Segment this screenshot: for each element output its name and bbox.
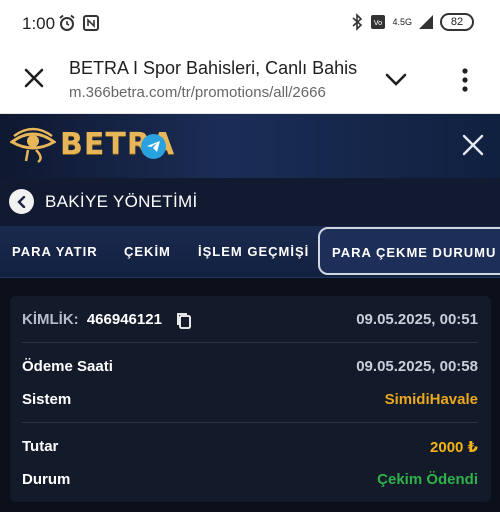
battery-level: 82: [450, 16, 464, 28]
bluetooth-icon: [352, 13, 363, 31]
created-date: 09.05.2025, 00:51: [356, 311, 478, 328]
page-title: BETRA I Spor Bahisleri, Canlı Bahis: [69, 58, 358, 78]
amount-label: Tutar: [22, 438, 59, 455]
transaction-card: KİMLİK: 466946121 09.05.2025, 00:51 Ödem…: [10, 296, 491, 502]
status-label: Durum: [22, 471, 71, 488]
tab-withdraw[interactable]: ÇEKİM: [124, 244, 171, 259]
amount-value: 2000 ₺: [430, 439, 478, 456]
divider: [22, 342, 478, 343]
status-value: Çekim Ödendi: [377, 471, 478, 488]
status-icons-left: [58, 14, 100, 32]
signal-icon: [419, 15, 433, 29]
page-url[interactable]: m.366betra.com/tr/promotions/all/2666: [69, 84, 359, 101]
system-value: SimidiHavale: [384, 391, 478, 408]
more-menu-icon[interactable]: [458, 68, 472, 92]
close-tab-icon[interactable]: [22, 66, 46, 90]
transaction-id-row: KİMLİK: 466946121 09.05.2025, 00:51: [22, 311, 478, 330]
clock: 1:00: [22, 14, 56, 33]
volte-icon: Vo: [371, 15, 386, 29]
app-header: BETRA: [0, 114, 500, 178]
eye-of-horus-icon: [10, 127, 56, 164]
payment-time-label: Ödeme Saati: [22, 358, 113, 375]
copy-icon[interactable]: [176, 312, 192, 330]
telegram-icon[interactable]: [141, 134, 166, 159]
system-row: Sistem SimidiHavale: [22, 391, 478, 408]
amount-row: Tutar 2000 ₺: [22, 438, 478, 456]
chevron-down-icon[interactable]: [384, 70, 408, 90]
browser-toolbar: BETRA I Spor Bahisleri, Canlı Bahis m.36…: [0, 48, 500, 114]
status-icons-right: Vo 4.5G 82: [350, 13, 474, 31]
payment-time-row: Ödeme Saati 09.05.2025, 00:58: [22, 358, 478, 375]
id-label: KİMLİK:: [22, 311, 79, 328]
tab-bar: PARA YATIR ÇEKİM İŞLEM GEÇMİŞİ PARA ÇEKM…: [0, 226, 500, 278]
tab-withdrawal-status[interactable]: PARA ÇEKME DURUMU: [318, 227, 500, 275]
battery-icon: 82: [440, 13, 474, 31]
back-button[interactable]: [9, 189, 34, 214]
status-row: Durum Çekim Ödendi: [22, 471, 478, 488]
id-value: 466946121: [86, 311, 162, 328]
system-label: Sistem: [22, 391, 72, 408]
payment-time-value: 09.05.2025, 00:58: [356, 358, 478, 375]
tab-transaction-history[interactable]: İŞLEM GEÇMİŞİ: [198, 244, 309, 259]
main-content: KİMLİK: 466946121 09.05.2025, 00:51 Ödem…: [0, 278, 500, 512]
section-header: BAKİYE YÖNETİMİ: [0, 178, 500, 226]
divider: [22, 422, 478, 423]
tab-deposit[interactable]: PARA YATIR: [12, 244, 98, 259]
svg-text:Vo: Vo: [374, 19, 383, 27]
alarm-icon: [59, 14, 75, 31]
section-title: BAKİYE YÖNETİMİ: [45, 192, 198, 211]
network-type: 4.5G: [392, 16, 412, 27]
nfc-icon: [83, 15, 99, 31]
status-bar: 1:00 Vo 4.5G 82: [0, 0, 500, 48]
close-icon[interactable]: [462, 134, 484, 156]
chevron-left-icon: [16, 195, 25, 208]
